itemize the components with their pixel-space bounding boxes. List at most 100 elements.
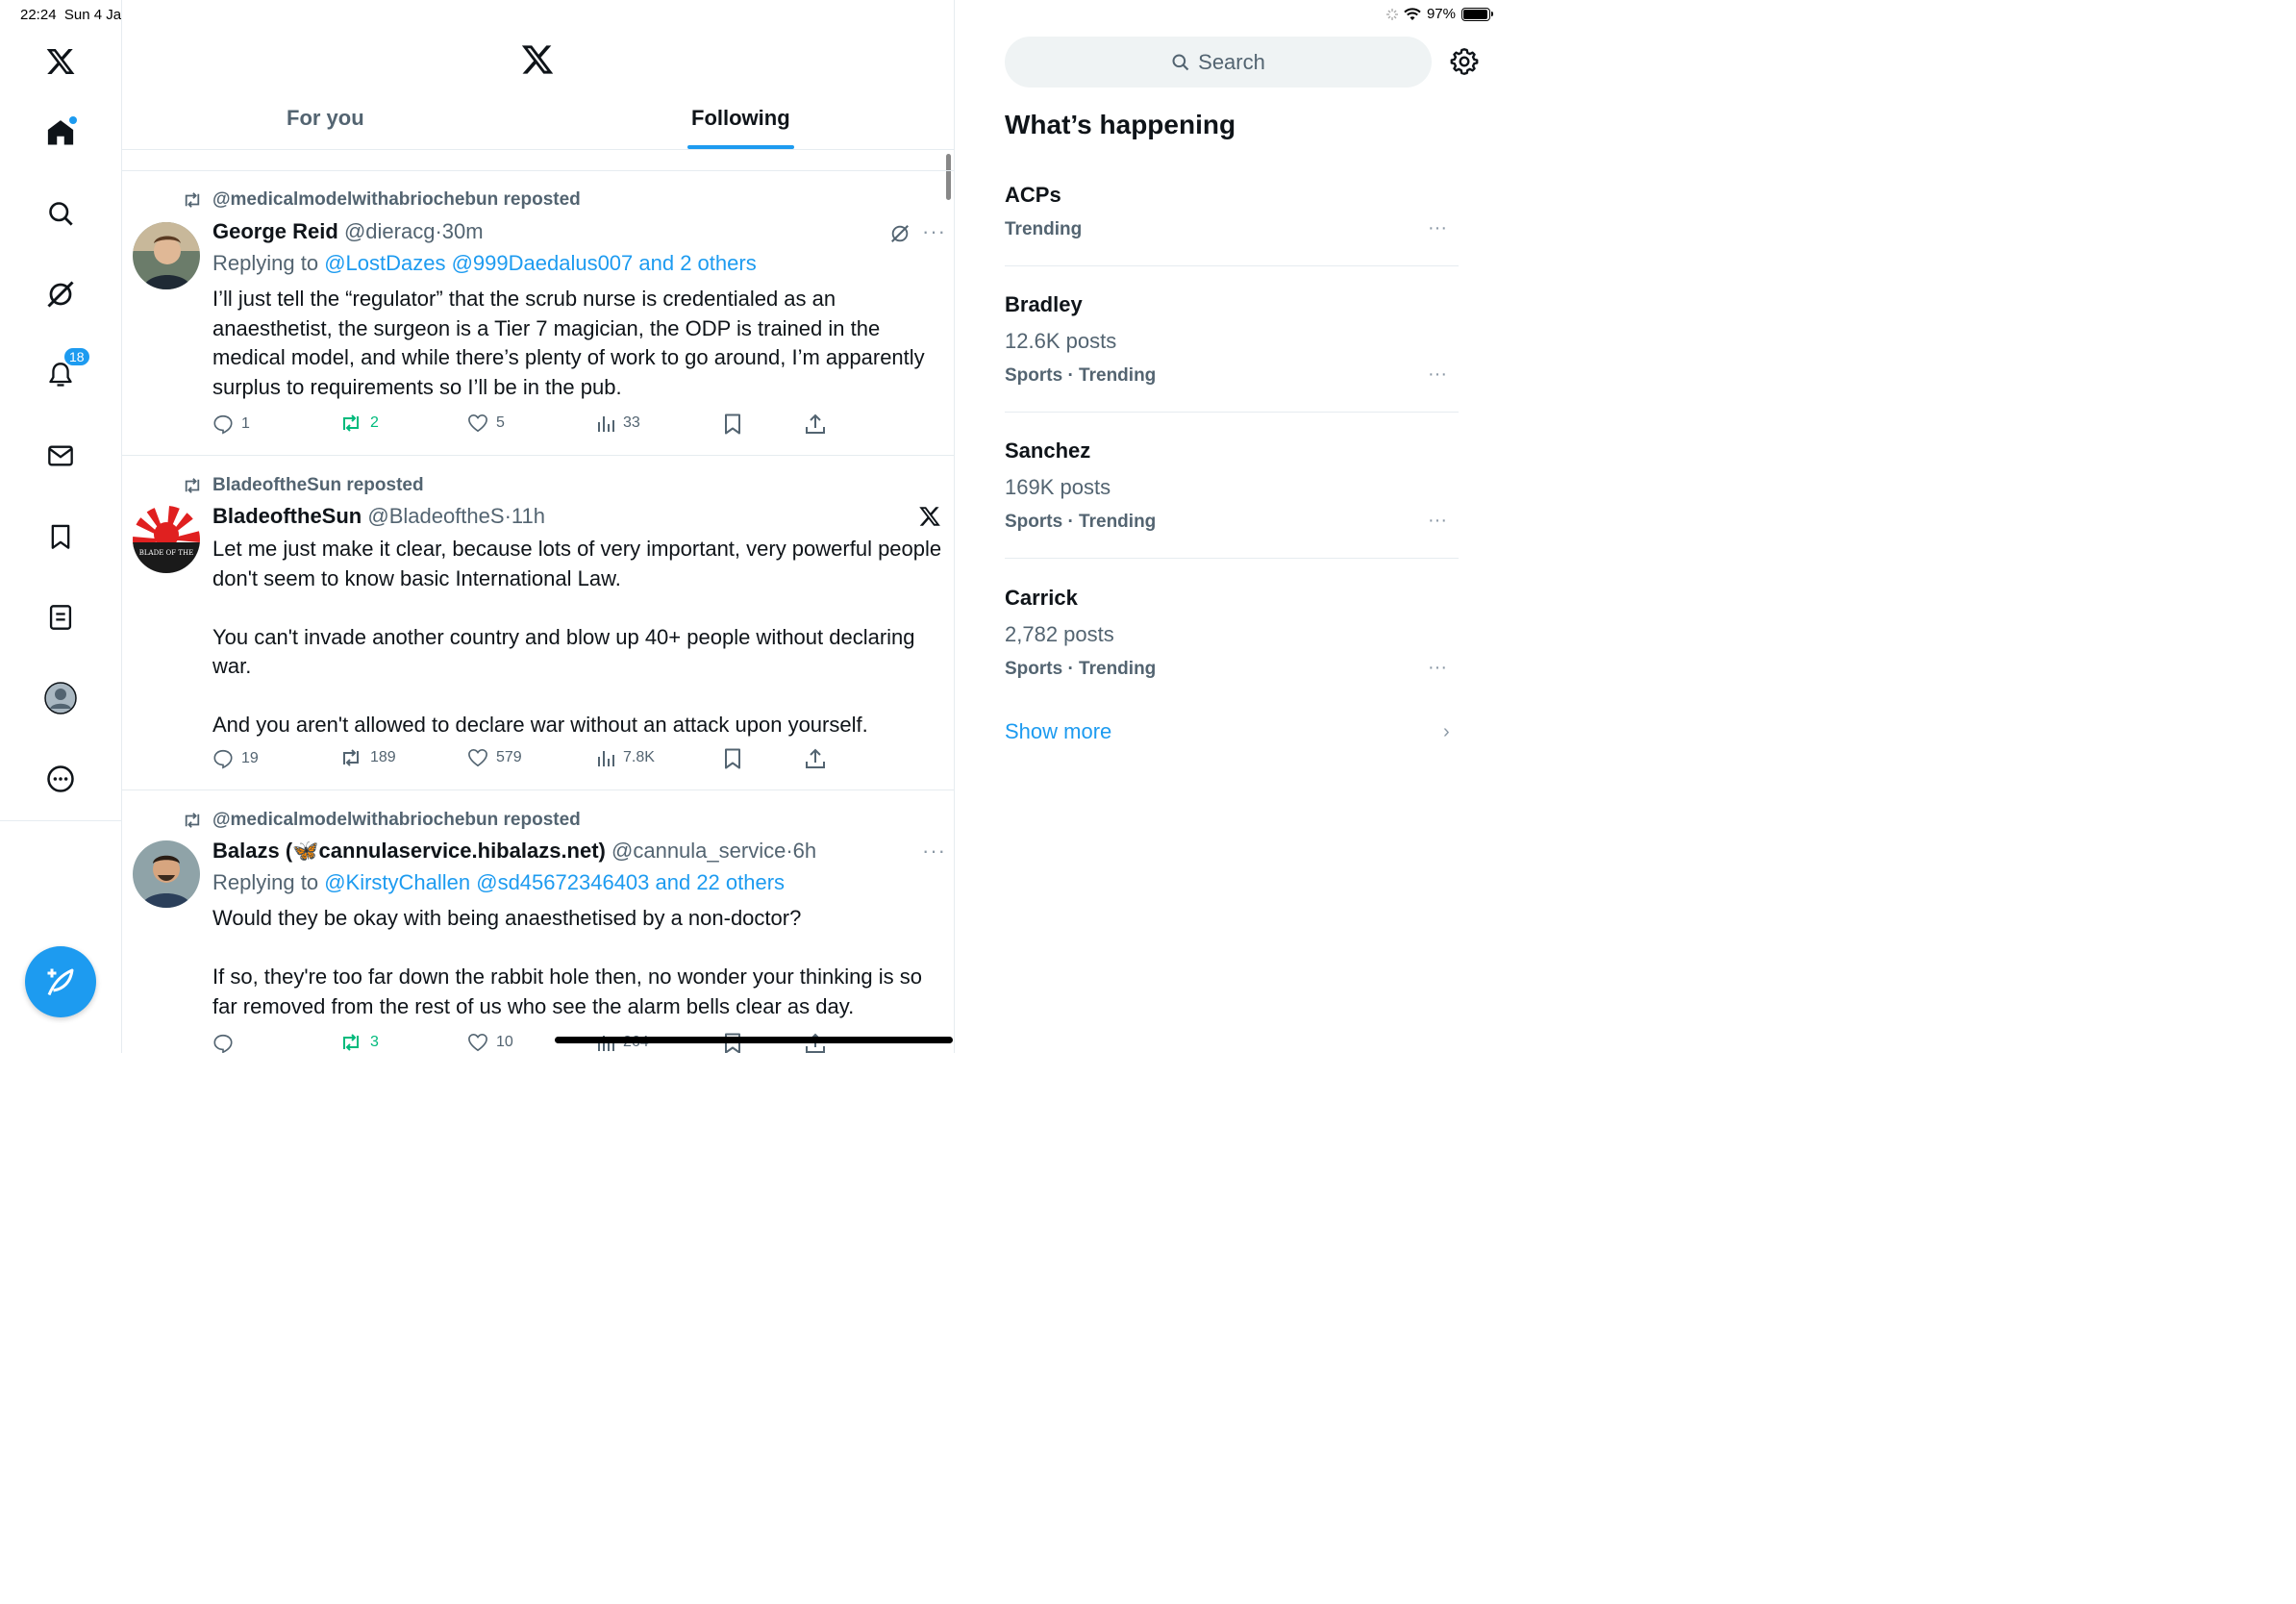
author-handle[interactable]: @cannula_service [611, 839, 786, 863]
more-options-icon[interactable]: ··· [1428, 217, 1447, 239]
author-handle[interactable]: @dieracg [344, 219, 436, 243]
like-button[interactable]: 10 [467, 1033, 513, 1052]
nav-grok[interactable] [41, 275, 80, 313]
replying-to-links[interactable]: @KirstyChallen @sd45672346403 and 22 oth… [324, 870, 785, 894]
right-panel: Search What’s happening ACPs Trending ··… [955, 0, 1508, 1053]
nav-lists[interactable] [41, 598, 80, 637]
repost-count: 189 [370, 749, 396, 765]
search-icon [1172, 54, 1189, 70]
chevron-right-icon: › [1443, 721, 1450, 742]
gear-icon[interactable] [1449, 46, 1480, 77]
post[interactable]: @medicalmodelwithabriochebun reposted Ge… [122, 170, 954, 455]
compose-post-button[interactable] [25, 946, 96, 1017]
repost-context: @medicalmodelwithabriochebun reposted [182, 810, 581, 831]
search-placeholder: Search [1198, 49, 1265, 74]
trend-count: 12.6K posts [1005, 329, 1117, 353]
trend-meta: Sports · Trending [1005, 659, 1157, 679]
nav-profile[interactable] [41, 679, 80, 717]
home-feed: For you Following @medicalmodelwithabrio… [122, 0, 955, 1053]
trend-meta: Sports · Trending [1005, 365, 1157, 386]
x-logo-icon[interactable] [41, 42, 80, 81]
more-options-icon[interactable]: ··· [1428, 363, 1447, 386]
replying-prefix: Replying to [212, 251, 325, 275]
post[interactable]: BladeoftheSun reposted BLADE OF THE Blad… [122, 455, 954, 789]
post-time[interactable]: 11h [512, 504, 545, 528]
replying-prefix: Replying to [212, 870, 325, 894]
trend-item[interactable]: Bradley 12.6K posts Sports · Trending ··… [1005, 288, 1459, 394]
feed-header: For you Following [122, 0, 954, 150]
nav-explore[interactable] [41, 194, 80, 233]
reposted-by-text: @medicalmodelwithabriochebun reposted [212, 810, 581, 830]
nav-notifications[interactable]: 18 [41, 346, 91, 394]
trend-item[interactable]: ACPs Trending ··· [1005, 179, 1459, 256]
bookmark-button[interactable] [723, 414, 742, 435]
post-text: Let me just make it clear, because lots … [212, 537, 942, 737]
avatar[interactable] [133, 222, 200, 289]
x-logo-header-icon[interactable] [520, 42, 555, 82]
more-options-icon[interactable]: ··· [1428, 510, 1447, 532]
time-separator: · [504, 504, 512, 528]
share-button[interactable] [805, 414, 826, 435]
share-button[interactable] [805, 748, 826, 769]
time-separator: · [435, 219, 442, 243]
profile-avatar-icon [44, 682, 77, 714]
like-button[interactable]: 5 [467, 414, 505, 433]
post-time[interactable]: 30m [442, 219, 484, 243]
nav-messages[interactable] [41, 437, 80, 475]
active-tab-indicator [687, 145, 794, 149]
avatar[interactable] [133, 840, 200, 908]
reply-button[interactable] [212, 1033, 241, 1053]
repost-button[interactable]: 189 [339, 748, 396, 767]
share-icon [806, 748, 825, 768]
trend-divider [1005, 265, 1459, 266]
heart-icon [468, 1033, 487, 1052]
trend-count: 2,782 posts [1005, 622, 1114, 646]
grok-icon[interactable] [889, 223, 911, 244]
nav-more[interactable] [41, 760, 80, 798]
tab-following[interactable]: Following [691, 106, 790, 131]
reposted-by-text: BladeoftheSun reposted [212, 475, 424, 495]
repost-count: 3 [370, 1034, 379, 1050]
repost-icon [185, 478, 200, 493]
nav-home[interactable] [41, 113, 80, 152]
sidebar: 18 [0, 0, 122, 1053]
reply-button[interactable]: 19 [212, 748, 259, 769]
views-button[interactable]: 33 [596, 414, 640, 433]
post-header: George Reid @dieracg·30m [212, 219, 484, 244]
repost-button[interactable]: 3 [339, 1033, 379, 1052]
trend-item[interactable]: Sanchez 169K posts Sports · Trending ··· [1005, 435, 1459, 540]
trend-item[interactable]: Carrick 2,782 posts Sports · Trending ··… [1005, 582, 1459, 688]
nav-bookmarks[interactable] [41, 517, 80, 556]
share-icon [806, 414, 825, 434]
author-name[interactable]: Balazs (🦋cannulaservice.hibalazs.net) [212, 839, 606, 863]
time-separator: · [786, 839, 793, 863]
author-name[interactable]: George Reid [212, 219, 338, 243]
views-button[interactable]: 7.8K [596, 748, 655, 767]
more-options-icon[interactable]: ··· [922, 839, 946, 864]
x-logo-icon[interactable] [918, 505, 941, 528]
post[interactable]: @medicalmodelwithabriochebun reposted Ba… [122, 789, 954, 1053]
search-input[interactable]: Search [1005, 37, 1432, 88]
repost-icon [343, 414, 359, 432]
repost-button[interactable]: 2 [339, 414, 379, 433]
sidebar-divider [0, 820, 122, 821]
post-time[interactable]: 6h [793, 839, 816, 863]
tab-for-you[interactable]: For you [287, 106, 364, 131]
replying-to-links[interactable]: @LostDazes @999Daedalus007 and 2 others [324, 251, 757, 275]
like-button[interactable]: 579 [467, 748, 522, 767]
author-name[interactable]: BladeoftheSun [212, 504, 362, 528]
more-options-icon[interactable]: ··· [922, 219, 946, 244]
trend-name: Sanchez [1005, 439, 1091, 463]
repost-icon [343, 749, 359, 766]
repost-context: BladeoftheSun reposted [182, 475, 424, 496]
reposted-by-text: @medicalmodelwithabriochebun reposted [212, 189, 581, 210]
more-options-icon[interactable]: ··· [1428, 657, 1447, 679]
author-handle[interactable]: @BladeoftheS [367, 504, 504, 528]
home-indicator[interactable] [555, 1037, 953, 1043]
bookmark-icon [725, 748, 740, 769]
search-icon [49, 202, 73, 226]
avatar[interactable]: BLADE OF THE [133, 506, 200, 573]
bookmark-button[interactable] [723, 748, 742, 769]
reply-button[interactable]: 1 [212, 414, 250, 435]
show-more-link[interactable]: Show more [1005, 719, 1111, 744]
